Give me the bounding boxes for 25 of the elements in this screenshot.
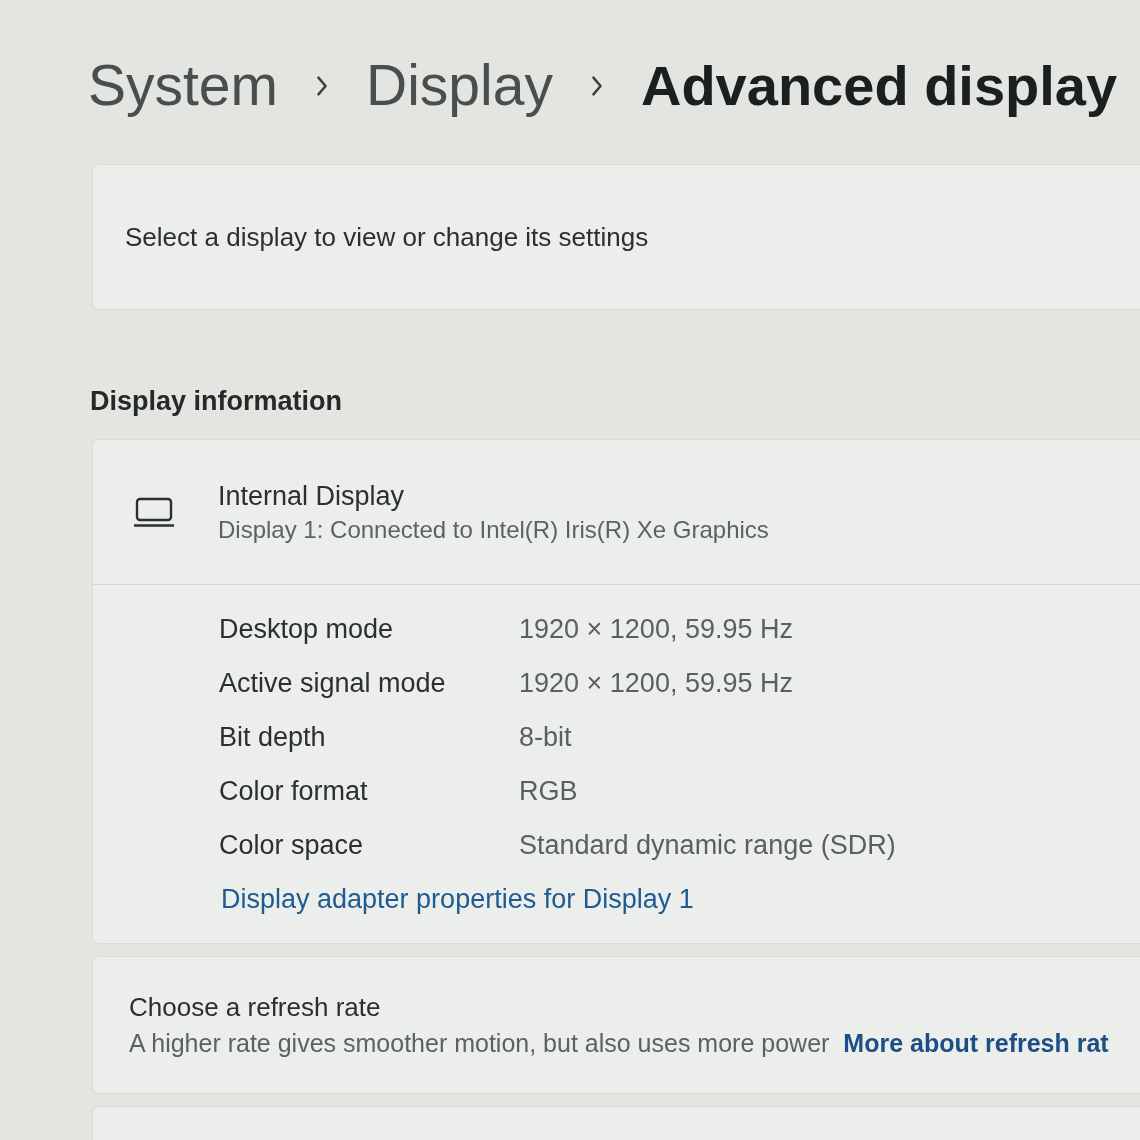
property-value: Standard dynamic range (SDR) (519, 829, 896, 861)
property-label: Active signal mode (219, 667, 447, 699)
property-label: Color format (219, 775, 369, 807)
breadcrumb-item[interactable]: Display (366, 53, 553, 119)
section-heading: Display information (90, 386, 343, 417)
chevron-icon (316, 75, 329, 97)
display-description: Display 1: Connected to Intel(R) Iris(R) Xe Graphics (218, 515, 769, 544)
property-value: RGB (519, 775, 578, 807)
breadcrumb-item: Advanced display (640, 53, 1118, 119)
chevron-icon (590, 75, 603, 97)
property-value: 1920 × 1200, 59.95 Hz (519, 613, 793, 645)
display-select-prompt: Select a display to view or change its settings (125, 221, 649, 253)
display-name: Internal Display (218, 480, 405, 512)
refresh-rate-description: A higher rate gives smoother motion, but also uses more power (129, 1029, 830, 1058)
laptop-icon (134, 497, 174, 527)
refresh-rate-title: Choose a refresh rate (129, 992, 381, 1023)
property-label: Desktop mode (219, 613, 395, 645)
property-value: 8-bit (519, 721, 572, 753)
breadcrumb-item[interactable]: System (88, 53, 279, 119)
adapter-properties-link[interactable]: Display adapter properties for Display 1 (221, 884, 694, 915)
refresh-rate-card[interactable]: Choose a refresh rate A higher rate gives smoother motion, but also uses more power More about refresh rat (92, 956, 1140, 1094)
property-label: Bit depth (219, 721, 327, 753)
refresh-rate-link[interactable]: More about refresh rat (843, 1029, 1109, 1058)
property-value: 1920 × 1200, 59.95 Hz (519, 667, 793, 699)
property-label: Color space (219, 829, 365, 861)
